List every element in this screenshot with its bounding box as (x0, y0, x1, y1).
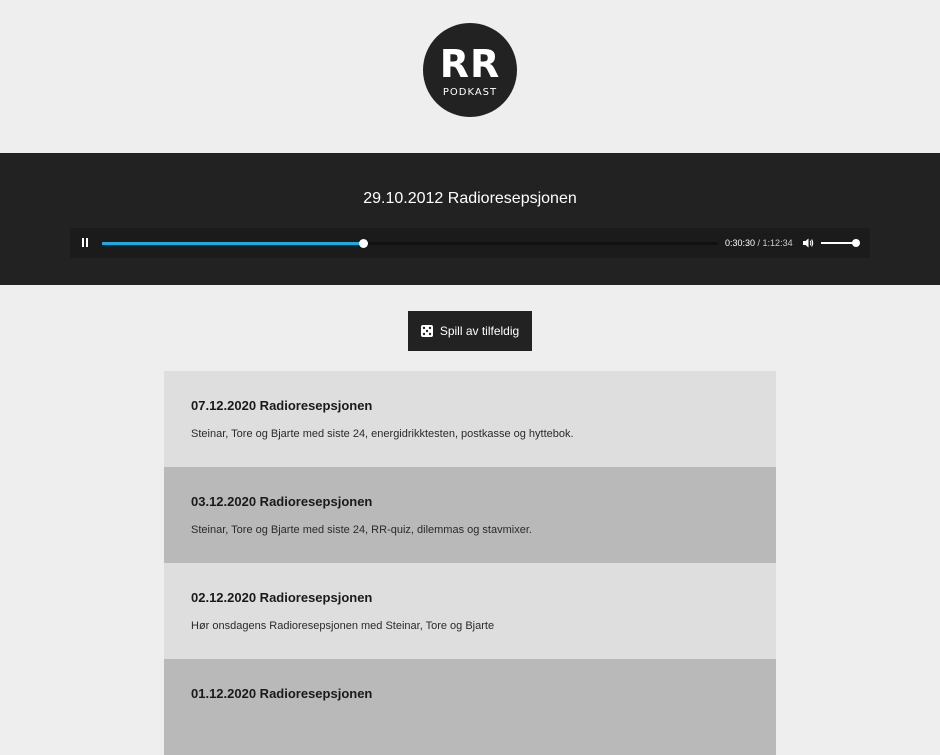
time-display: 0:30:30 / 1:12:34 (725, 237, 793, 249)
episode-title: 02.12.2020 Radioresepsjonen (191, 590, 373, 605)
episode-description: Steinar, Tore og Bjarte med siste 24, RR… (191, 524, 532, 536)
episode-title: 03.12.2020 Radioresepsjonen (191, 494, 373, 509)
now-playing-title: 29.10.2012 Radioresepsjonen (363, 190, 577, 207)
speaker-icon (803, 238, 814, 248)
volume-slider[interactable] (821, 239, 861, 247)
dice-icon (420, 325, 433, 337)
episode-item[interactable]: 02.12.2020 Radioresepsjonen Hør onsdagen… (164, 563, 776, 659)
podcast-logo: RR PODKAST (423, 23, 517, 117)
episode-item[interactable]: 01.12.2020 Radioresepsjonen (164, 659, 776, 755)
episode-list: 07.12.2020 Radioresepsjonen Steinar, Tor… (164, 371, 776, 755)
audio-player-section: 29.10.2012 Radioresepsjonen 0:30:30 / 1:… (0, 153, 940, 285)
volume-fill (821, 242, 857, 244)
progress-handle[interactable] (359, 239, 369, 248)
episode-title: 01.12.2020 Radioresepsjonen (191, 686, 373, 701)
progress-fill (102, 242, 364, 245)
logo-subtitle: PODKAST (442, 86, 498, 98)
episode-item[interactable]: 07.12.2020 Radioresepsjonen Steinar, Tor… (164, 371, 776, 467)
pause-icon-bar-left (82, 238, 84, 247)
episode-description: Steinar, Tore og Bjarte med siste 24, en… (191, 428, 574, 440)
time-separator: / (755, 238, 763, 248)
play-random-button[interactable]: Spill av tilfeldig (408, 311, 532, 351)
episode-description: Hør onsdagens Radioresepsjonen med Stein… (191, 620, 495, 632)
episode-item[interactable]: 03.12.2020 Radioresepsjonen Steinar, Tor… (164, 467, 776, 563)
audio-player: 0:30:30 / 1:12:34 (70, 228, 870, 258)
total-duration: 1:12:34 (762, 238, 793, 248)
logo-initials: RR (439, 41, 501, 86)
progress-bar[interactable] (102, 239, 718, 248)
pause-icon-bar-right (86, 238, 88, 247)
volume-icon[interactable] (801, 236, 815, 250)
current-time: 0:30:30 (725, 238, 756, 248)
play-random-label: Spill av tilfeldig (439, 324, 520, 338)
episode-title: 07.12.2020 Radioresepsjonen (191, 398, 373, 413)
volume-handle[interactable] (852, 239, 861, 247)
pause-button[interactable] (80, 237, 92, 249)
